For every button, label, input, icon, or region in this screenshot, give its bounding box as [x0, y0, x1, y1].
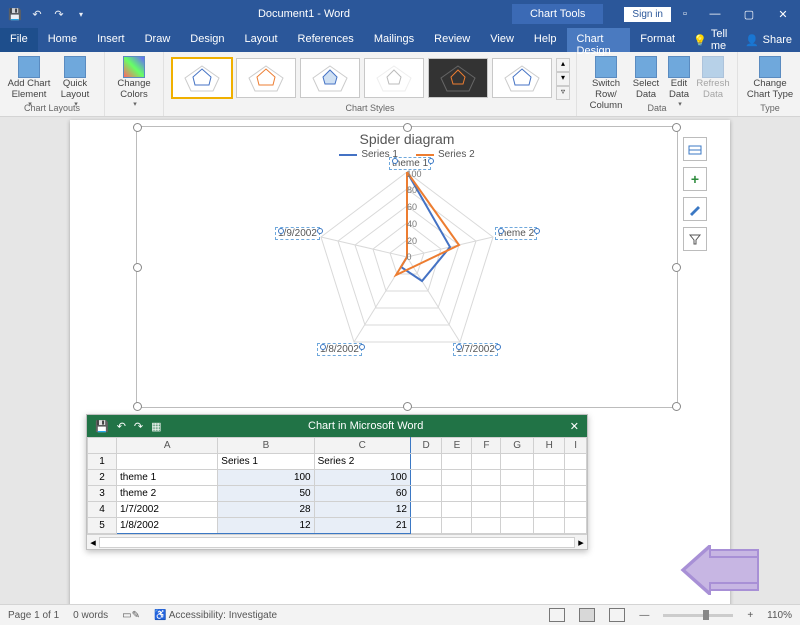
share-icon: 👤 [745, 34, 759, 47]
tab-mailings[interactable]: Mailings [364, 28, 424, 52]
view-print-layout[interactable] [579, 608, 595, 622]
tab-review[interactable]: Review [424, 28, 480, 52]
lightbulb-icon: 💡 [693, 34, 707, 47]
axis-label[interactable]: 1/8/2002 [317, 344, 362, 355]
chart-title[interactable]: Spider diagram [137, 131, 677, 147]
styles-down[interactable]: ▾ [556, 72, 570, 86]
zoom-in[interactable]: + [747, 610, 753, 621]
zoom-out[interactable]: — [639, 610, 649, 621]
tab-file[interactable]: File [0, 28, 38, 52]
chart-style-4[interactable] [364, 58, 424, 98]
minimize-button[interactable]: — [698, 0, 732, 28]
contextual-tab-label: Chart Tools [512, 4, 603, 24]
tab-format[interactable]: Format [630, 28, 685, 52]
axis-label[interactable]: 1/7/2002 [453, 344, 498, 355]
styles-more[interactable]: ▿ [556, 86, 570, 100]
status-bar: Page 1 of 1 0 words ▭✎ ♿ Accessibility: … [0, 604, 800, 625]
chart-style-2[interactable] [236, 58, 296, 98]
group-label: Type [738, 103, 800, 113]
svg-text:60: 60 [407, 202, 417, 212]
ribbon: Add Chart Element Quick Layout Chart Lay… [0, 52, 800, 117]
svg-text:80: 80 [407, 185, 417, 195]
mini-redo-icon[interactable]: ↷ [134, 420, 143, 433]
mini-close-button[interactable]: ✕ [562, 420, 587, 433]
chart-filter-button[interactable] [683, 227, 707, 251]
mini-grid[interactable]: ABCDEFGHI 1Series 1Series 2 2theme 11001… [87, 437, 587, 549]
word-count[interactable]: 0 words [73, 610, 108, 621]
svg-text:0: 0 [406, 252, 411, 262]
chart-style-3[interactable] [300, 58, 360, 98]
quick-layout-button[interactable]: Quick Layout [52, 54, 98, 109]
mini-title: Chart in Microsoft Word [170, 420, 562, 432]
undo-icon[interactable]: ↶ [30, 7, 44, 21]
change-colors-button[interactable]: Change Colors [111, 54, 157, 109]
svg-text:20: 20 [407, 236, 417, 246]
chart-styles-button[interactable]: + [683, 167, 707, 191]
chart-elements-button[interactable] [683, 137, 707, 161]
tell-me[interactable]: 💡Tell me [685, 28, 737, 52]
mini-hscroll[interactable]: ◂ ▸ [87, 534, 587, 549]
mini-save-icon[interactable]: 💾 [95, 420, 109, 433]
axis-label[interactable]: theme 2 [495, 228, 537, 239]
ribbon-tabs: File Home Insert Draw Design Layout Refe… [0, 28, 800, 52]
chart-object[interactable]: Spider diagram Series 1 Series 2 [136, 126, 678, 408]
chart-style-5[interactable] [428, 58, 488, 98]
radar-plot: 100 80 60 40 20 0 theme 1 theme 2 1/7/2002 1/… [257, 160, 557, 370]
styles-up[interactable]: ▴ [556, 58, 570, 72]
save-icon[interactable]: 💾 [8, 7, 22, 21]
tab-layout[interactable]: Layout [235, 28, 288, 52]
maximize-button[interactable]: ▢ [732, 0, 766, 28]
tab-chart-design[interactable]: Chart Design [567, 28, 631, 52]
tab-help[interactable]: Help [524, 28, 567, 52]
chart-style-6[interactable] [492, 58, 552, 98]
tab-design[interactable]: Design [180, 28, 234, 52]
group-label: Data [577, 103, 737, 113]
annotation-arrow [680, 545, 760, 595]
mini-undo-icon[interactable]: ↶ [117, 420, 126, 433]
share-button[interactable]: 👤Share [737, 28, 800, 52]
redo-icon[interactable]: ↷ [52, 7, 66, 21]
qat-more-icon[interactable]: ▾ [74, 7, 88, 21]
document-title: Document1 - Word [96, 8, 512, 20]
chart-style-1[interactable] [172, 58, 232, 98]
spellcheck-icon[interactable]: ▭✎ [122, 610, 140, 621]
title-bar: 💾 ↶ ↷ ▾ Document1 - Word Chart Tools Sig… [0, 0, 800, 28]
group-label: Chart Styles [164, 103, 576, 113]
change-chart-type-button[interactable]: Change Chart Type [744, 54, 796, 101]
chart-brush-button[interactable] [683, 197, 707, 221]
zoom-slider[interactable] [663, 614, 733, 617]
mini-excel-icon[interactable]: ▦ [151, 420, 161, 433]
tab-draw[interactable]: Draw [135, 28, 181, 52]
close-button[interactable]: ✕ [766, 0, 800, 28]
group-label: Chart Layouts [0, 103, 104, 113]
tab-references[interactable]: References [288, 28, 364, 52]
add-chart-element-button[interactable]: Add Chart Element [6, 54, 52, 109]
accessibility-status[interactable]: ♿ Accessibility: Investigate [154, 610, 277, 621]
ribbon-options-icon[interactable]: ▫ [672, 8, 698, 20]
axis-label[interactable]: theme 1 [389, 158, 431, 169]
sign-in-button[interactable]: Sign in [623, 6, 672, 23]
document-page: Spider diagram Series 1 Series 2 [70, 120, 730, 610]
axis-label[interactable]: 1/9/2002 [275, 228, 320, 239]
svg-text:40: 40 [407, 219, 417, 229]
chart-data-window[interactable]: 💾 ↶ ↷ ▦ Chart in Microsoft Word ✕ ABCDEF… [86, 414, 588, 550]
zoom-level[interactable]: 110% [767, 610, 792, 621]
page-indicator[interactable]: Page 1 of 1 [8, 610, 59, 621]
tab-insert[interactable]: Insert [87, 28, 135, 52]
tab-home[interactable]: Home [38, 28, 87, 52]
svg-text:100: 100 [406, 169, 421, 179]
view-web-layout[interactable] [609, 608, 625, 622]
tab-view[interactable]: View [480, 28, 524, 52]
view-read-mode[interactable] [549, 608, 565, 622]
